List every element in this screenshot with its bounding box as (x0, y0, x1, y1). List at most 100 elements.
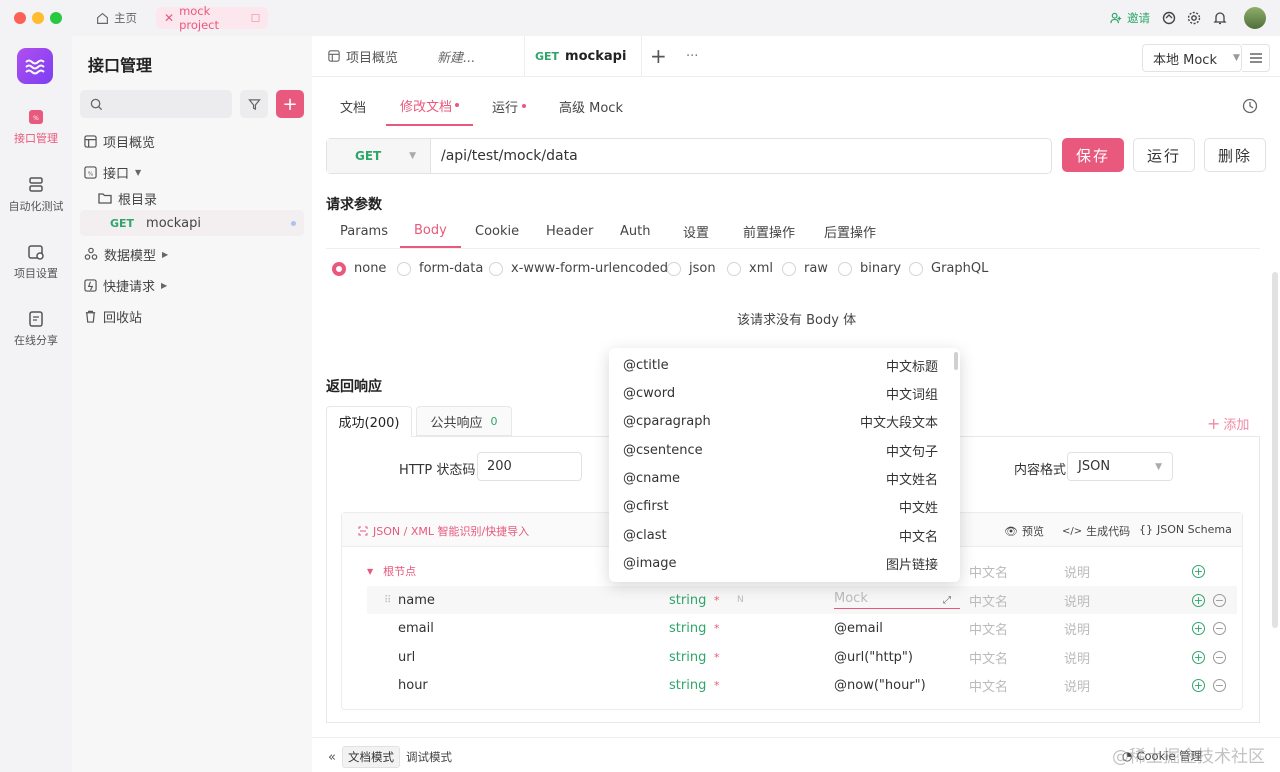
rail-item-api-management[interactable]: % 接口管理 (0, 108, 72, 146)
mock-option[interactable]: @cname 中文姓名 (623, 464, 938, 492)
collapse-icon[interactable]: ▼ (367, 567, 373, 576)
tree-item-data-models[interactable]: 数据模型 ▶ (80, 241, 304, 267)
subtab-edit-doc[interactable]: 修改文档 (386, 86, 474, 126)
required-marker[interactable]: * (714, 651, 720, 664)
minimize-window-button[interactable] (32, 12, 44, 24)
required-marker[interactable]: * (714, 622, 720, 635)
required-marker[interactable]: * (714, 679, 720, 692)
tree-item-overview[interactable]: 项目概览 (80, 128, 304, 154)
content-format-select[interactable]: JSON ▼ (1067, 452, 1173, 481)
tab-body[interactable]: Body (400, 214, 461, 248)
tab-cookie[interactable]: Cookie (475, 214, 519, 248)
remove-field-icon[interactable]: − (1213, 621, 1226, 635)
menu-button[interactable] (1242, 44, 1270, 72)
nullable-marker[interactable]: N (737, 595, 744, 605)
field-description[interactable]: 说明 (1064, 619, 1090, 638)
field-type[interactable]: string (669, 650, 706, 665)
mock-option[interactable]: @cword 中文词组 (623, 379, 938, 407)
subtab-doc[interactable]: 文档 (340, 86, 366, 126)
body-type-xml[interactable]: xml (727, 261, 773, 276)
field-name[interactable]: hour (398, 678, 428, 693)
field-type[interactable]: string (669, 593, 706, 608)
response-tab-common[interactable]: 公共响应 0 (416, 406, 512, 436)
body-type-urlencoded[interactable]: x-www-form-urlencoded (489, 261, 668, 276)
field-cn-name[interactable]: 中文名 (969, 676, 1008, 695)
add-api-button[interactable]: + (276, 90, 304, 118)
mock-option[interactable]: @ctitle 中文标题 (623, 351, 938, 379)
required-marker[interactable]: * (714, 594, 720, 607)
mock-option[interactable]: @csentence 中文句子 (623, 436, 938, 464)
body-type-graphql[interactable]: GraphQL (909, 261, 988, 276)
tab-header[interactable]: Header (546, 214, 593, 248)
add-sibling-icon[interactable]: + (1192, 593, 1205, 607)
remove-field-icon[interactable]: − (1213, 593, 1226, 607)
add-sibling-icon[interactable]: + (1192, 650, 1205, 664)
field-cn-name[interactable]: 中文名 (969, 619, 1008, 638)
remove-field-icon[interactable]: − (1213, 650, 1226, 664)
field-name[interactable]: name (398, 593, 435, 608)
subtab-run[interactable]: 运行 (492, 86, 527, 126)
mock-option[interactable]: @cparagraph 中文大段文本 (623, 407, 938, 435)
expand-icon[interactable]: ⤢ (943, 595, 951, 606)
main-scrollbar[interactable] (1272, 272, 1278, 628)
tree-item-api[interactable]: % 接口 ▼ (80, 159, 304, 185)
root-description[interactable]: 说明 (1064, 562, 1090, 581)
root-cn-name[interactable]: 中文名 (969, 562, 1008, 581)
tab-settings[interactable]: 设置 (683, 214, 709, 248)
collapse-left-icon[interactable]: « (328, 750, 336, 765)
tab-overview[interactable]: 项目概览 (328, 36, 398, 76)
status-code-input[interactable]: 200 (477, 452, 582, 481)
preview-button[interactable]: 👁 预览 (1004, 523, 1044, 539)
rail-item-online-share[interactable]: 在线分享 (0, 310, 72, 348)
delete-button[interactable]: 删除 (1204, 138, 1266, 172)
window-tab-home[interactable]: 主页 (88, 7, 145, 29)
new-tab-button[interactable]: + (650, 36, 667, 76)
tab-new[interactable]: 新建... (437, 36, 475, 76)
history-icon[interactable] (1242, 98, 1258, 114)
invite-button[interactable]: 邀请 (1110, 10, 1150, 26)
field-cn-name[interactable]: 中文名 (969, 591, 1008, 610)
add-sibling-icon[interactable]: + (1192, 621, 1205, 635)
mock-option[interactable]: @cfirst 中文姓 (623, 492, 938, 520)
body-type-binary[interactable]: binary (838, 261, 901, 276)
mock-option[interactable]: @clast 中文名 (623, 521, 938, 549)
field-mock-value[interactable]: @now("hour") (834, 678, 926, 693)
environment-select[interactable]: 本地 Mock ▼ (1142, 44, 1242, 72)
tree-item-trash[interactable]: 回收站 (80, 303, 304, 329)
field-name[interactable]: email (398, 621, 434, 636)
rail-item-project-settings[interactable]: 项目设置 (0, 243, 72, 281)
debug-mode-button[interactable]: 调试模式 (406, 749, 452, 765)
body-type-json[interactable]: json (667, 261, 716, 276)
tree-item-root-folder[interactable]: 根目录 (94, 185, 304, 211)
field-mock-value[interactable]: @email (834, 621, 883, 636)
tree-item-quick-request[interactable]: 快捷请求 ▶ (80, 272, 304, 298)
mock-option[interactable]: @image 图片链接 (623, 549, 938, 577)
filter-button[interactable] (240, 90, 268, 118)
save-button[interactable]: 保存 (1062, 138, 1124, 172)
user-avatar[interactable] (1244, 7, 1266, 29)
notification-bell-icon[interactable] (1213, 11, 1227, 25)
method-select[interactable]: GET ▼ (327, 139, 431, 173)
maximize-window-button[interactable] (50, 12, 62, 24)
search-input[interactable] (80, 90, 232, 118)
field-name[interactable]: url (398, 650, 415, 665)
sync-icon[interactable] (1162, 11, 1176, 25)
field-cn-name[interactable]: 中文名 (969, 648, 1008, 667)
tab-mockapi[interactable]: GET mockapi (524, 36, 642, 76)
url-input[interactable]: /api/test/mock/data (441, 148, 578, 164)
tree-item-mockapi[interactable]: GET mockapi (80, 210, 304, 236)
field-description[interactable]: 说明 (1064, 676, 1090, 695)
drag-handle-icon[interactable]: ⠿ (384, 595, 391, 606)
body-type-none[interactable]: none (332, 261, 386, 276)
add-sibling-icon[interactable]: + (1192, 678, 1205, 692)
subtab-advanced-mock[interactable]: 高级 Mock (559, 86, 623, 126)
body-type-raw[interactable]: raw (782, 261, 828, 276)
run-button[interactable]: 运行 (1133, 138, 1195, 172)
tab-pre-script[interactable]: 前置操作 (743, 214, 795, 248)
json-schema-button[interactable]: {} JSON Schema (1139, 523, 1232, 536)
field-mock-value[interactable]: @url("http") (834, 650, 913, 665)
dropdown-scrollbar[interactable] (954, 352, 958, 370)
tab-auth[interactable]: Auth (620, 214, 650, 248)
remove-field-icon[interactable]: − (1213, 678, 1226, 692)
response-tab-success[interactable]: 成功(200) (326, 406, 412, 437)
